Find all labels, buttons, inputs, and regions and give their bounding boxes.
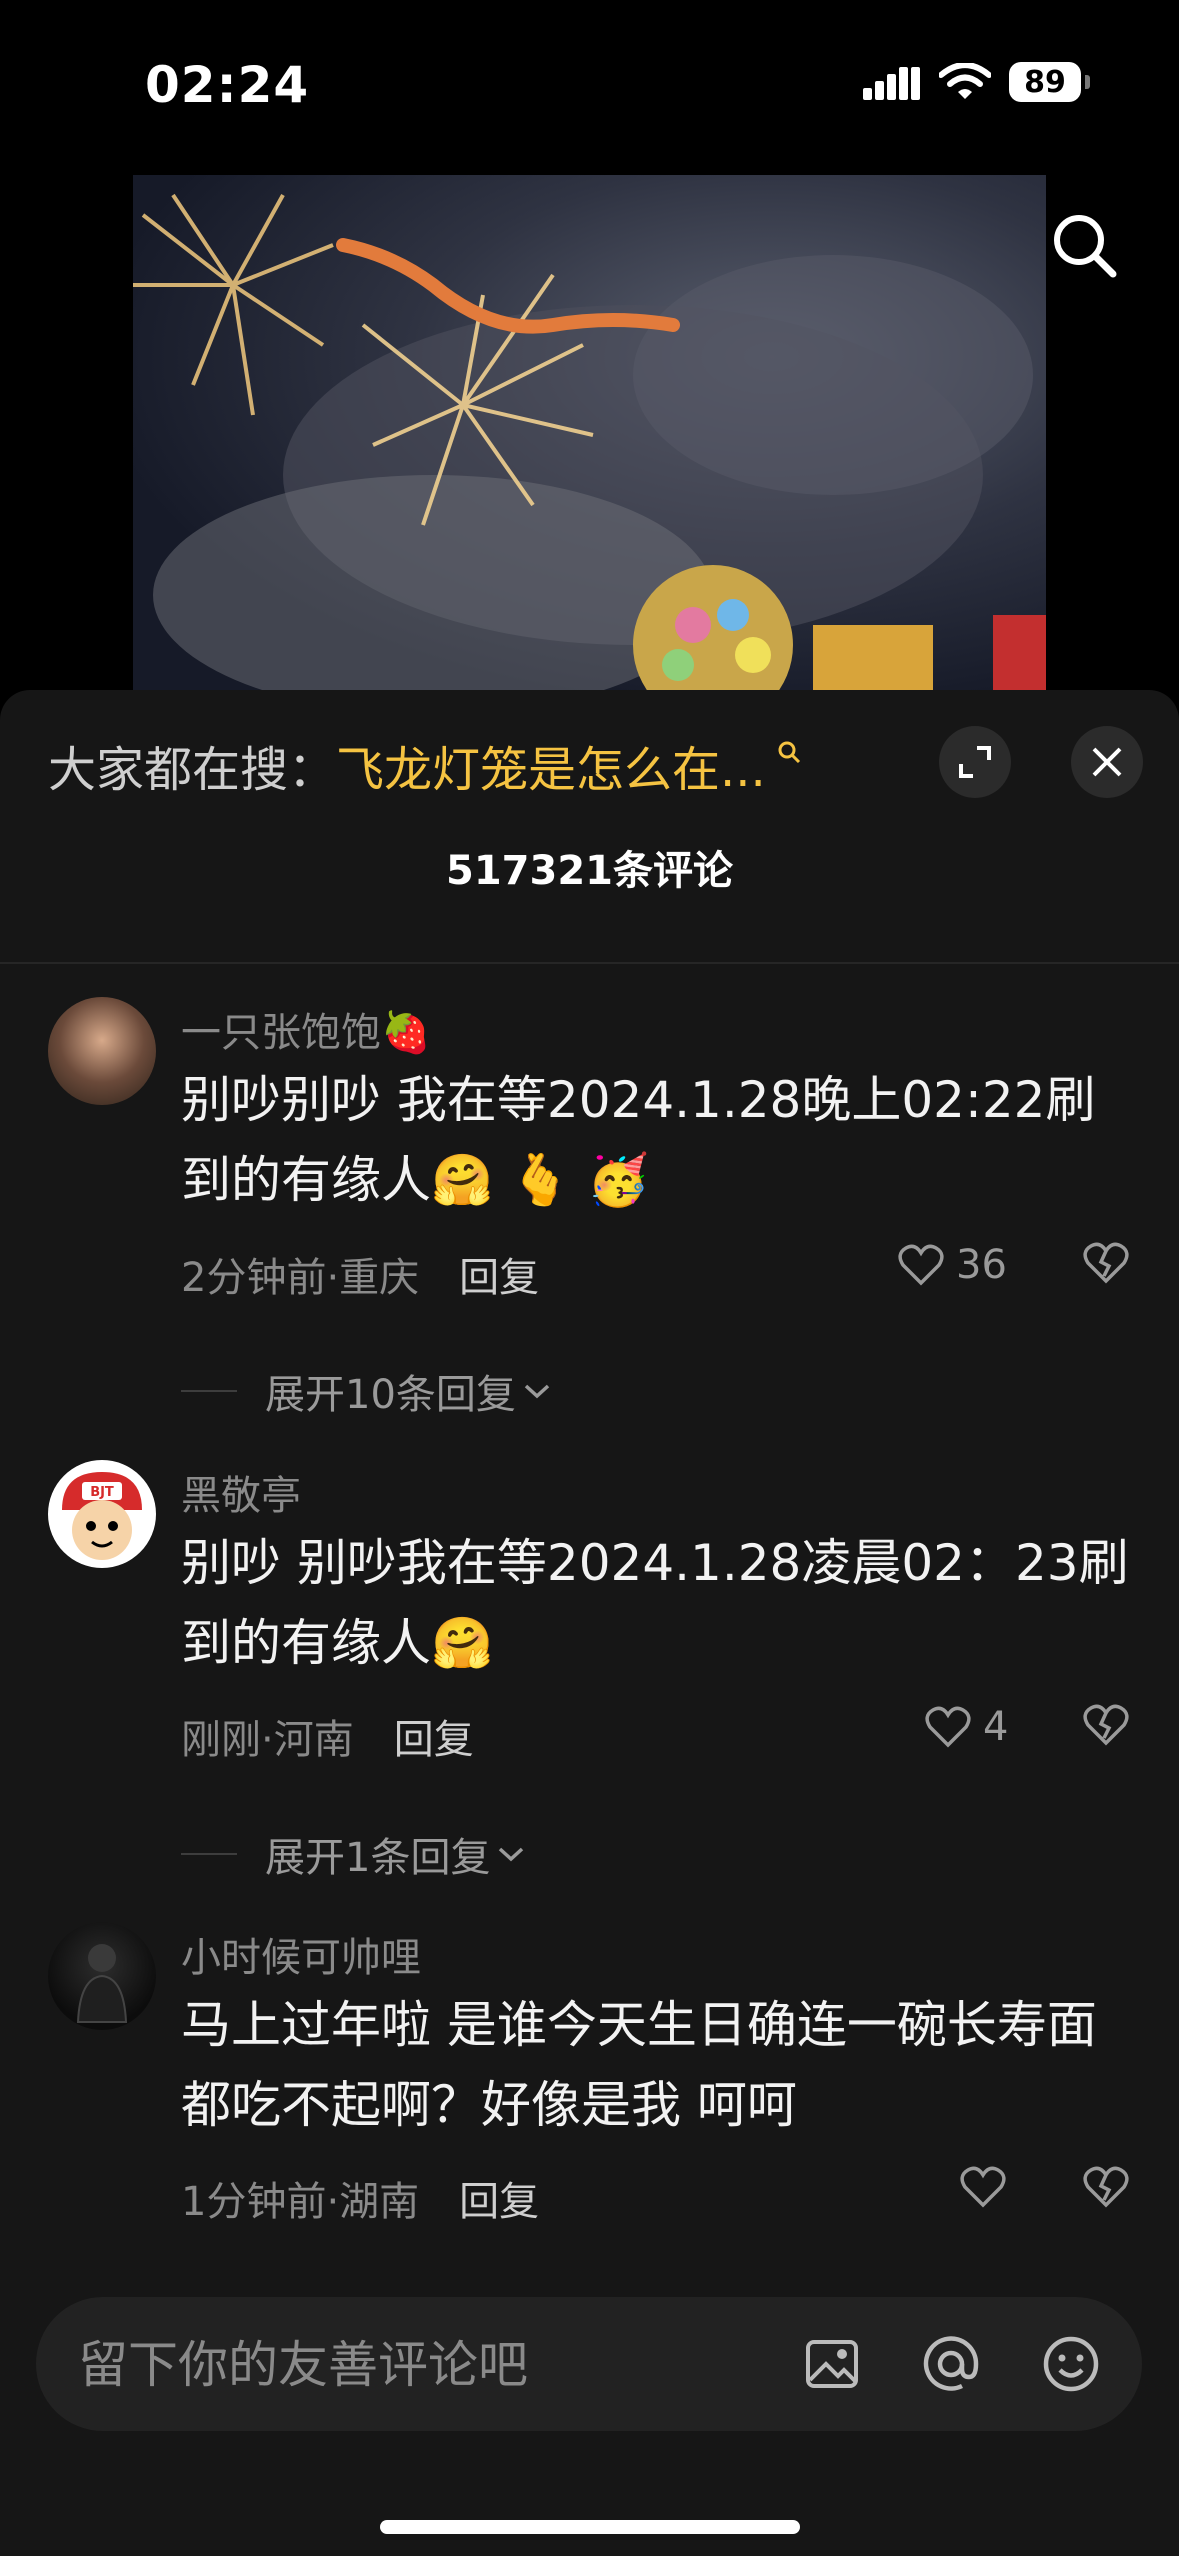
avatar-badge-text: BJT (90, 1485, 114, 1500)
like-button[interactable]: 36 (898, 1242, 1007, 1288)
comment-username[interactable]: 小时候可帅哩 (181, 1925, 421, 1983)
video-player[interactable] (133, 175, 1046, 695)
like-button[interactable]: 4 (925, 1704, 1008, 1750)
comment-input[interactable] (76, 2297, 780, 2433)
avatar[interactable]: BJT (48, 1460, 156, 1568)
heart-icon (925, 1706, 971, 1748)
dislike-icon[interactable] (1083, 1242, 1129, 1284)
expand-line (181, 1853, 237, 1855)
image-icon (806, 2340, 858, 2388)
battery-level: 89 (1024, 64, 1066, 100)
comment-meta: 2分钟前·重庆 回复 (181, 1245, 539, 1303)
divider (0, 962, 1179, 964)
at-icon (923, 2336, 979, 2391)
comment-meta: 刚刚·河南 回复 (181, 1707, 474, 1765)
like-count: 4 (983, 1704, 1009, 1750)
trending-search-prefix: 大家都在搜： (48, 742, 337, 798)
battery-indicator: 89 (1009, 62, 1090, 102)
search-small-icon (776, 738, 802, 773)
status-icons: 89 (863, 62, 1090, 102)
mention-button[interactable] (918, 2331, 984, 2397)
heart-icon (960, 2166, 1006, 2208)
chevron-down-icon (524, 1384, 550, 1399)
expand-line (181, 1390, 237, 1392)
trending-search[interactable]: 大家都在搜： 飞龙灯笼是怎么在... (48, 730, 802, 800)
dislike-icon[interactable] (1083, 1704, 1129, 1746)
video-frame-fireworks (133, 193, 1046, 695)
heart-icon (898, 1244, 944, 1286)
reply-button[interactable]: 回复 (394, 1717, 474, 1763)
expand-replies-button[interactable]: 展开10条回复 (181, 1362, 552, 1420)
image-picker-button[interactable] (799, 2331, 865, 2397)
trending-search-query[interactable]: 飞龙灯笼是怎么在... (336, 730, 766, 800)
chevron-down-icon (499, 1847, 524, 1862)
avatar[interactable] (48, 997, 156, 1105)
comment-text[interactable]: 别吵别吵 我在等2024.1.28晚上02:22刷到的有缘人🤗 🫰 🥳 (181, 1060, 1131, 1220)
comment-time-location: 刚刚·河南 (181, 1717, 354, 1763)
expand-replies-label: 展开1条回复 (265, 1835, 491, 1881)
comment-count: 517321条评论 (446, 848, 733, 894)
close-icon (1092, 747, 1122, 777)
like-count: 36 (956, 1242, 1007, 1288)
like-button[interactable] (960, 2166, 1006, 2208)
comment-username[interactable]: 黑敬亭 (181, 1463, 301, 1521)
avatar[interactable] (48, 1922, 156, 2030)
comments-sheet: 大家都在搜： 飞龙灯笼是怎么在... 517321条评论 一只张饱饱🍓 别吵别吵… (0, 690, 1179, 2556)
expand-replies-button[interactable]: 展开1条回复 (181, 1825, 526, 1883)
wifi-icon (939, 63, 991, 99)
comment-text[interactable]: 别吵 别吵我在等2024.1.28凌晨02：23刷到的有缘人🤗 (181, 1523, 1131, 1683)
comment-username[interactable]: 一只张饱饱🍓 (181, 1000, 431, 1058)
expand-replies-label: 展开10条回复 (265, 1372, 516, 1418)
comment-text[interactable]: 马上过年啦 是谁今天生日确连一碗长寿面都吃不起啊？好像是我 呵呵 (181, 1985, 1131, 2145)
avatar-figure (76, 1944, 128, 2023)
comment-time-location: 1分钟前·湖南 (181, 2179, 420, 2225)
search-icon[interactable] (1049, 210, 1119, 280)
home-indicator[interactable] (380, 2520, 800, 2534)
comment-meta: 1分钟前·湖南 回复 (181, 2169, 539, 2227)
avatar-cartoon: BJT (62, 1472, 142, 1560)
close-button[interactable] (1071, 726, 1143, 798)
emoji-icon (1043, 2336, 1099, 2392)
emoji-button[interactable] (1038, 2331, 1104, 2397)
cellular-signal-icon (863, 67, 920, 100)
expand-icon (959, 746, 991, 778)
status-time: 02:24 (145, 56, 310, 114)
reply-button[interactable]: 回复 (459, 1255, 539, 1301)
comment-input-bar (36, 2297, 1142, 2433)
expand-button[interactable] (939, 726, 1011, 798)
dislike-icon[interactable] (1083, 2166, 1129, 2208)
comment-time-location: 2分钟前·重庆 (181, 1255, 420, 1301)
reply-button[interactable]: 回复 (459, 2179, 539, 2225)
